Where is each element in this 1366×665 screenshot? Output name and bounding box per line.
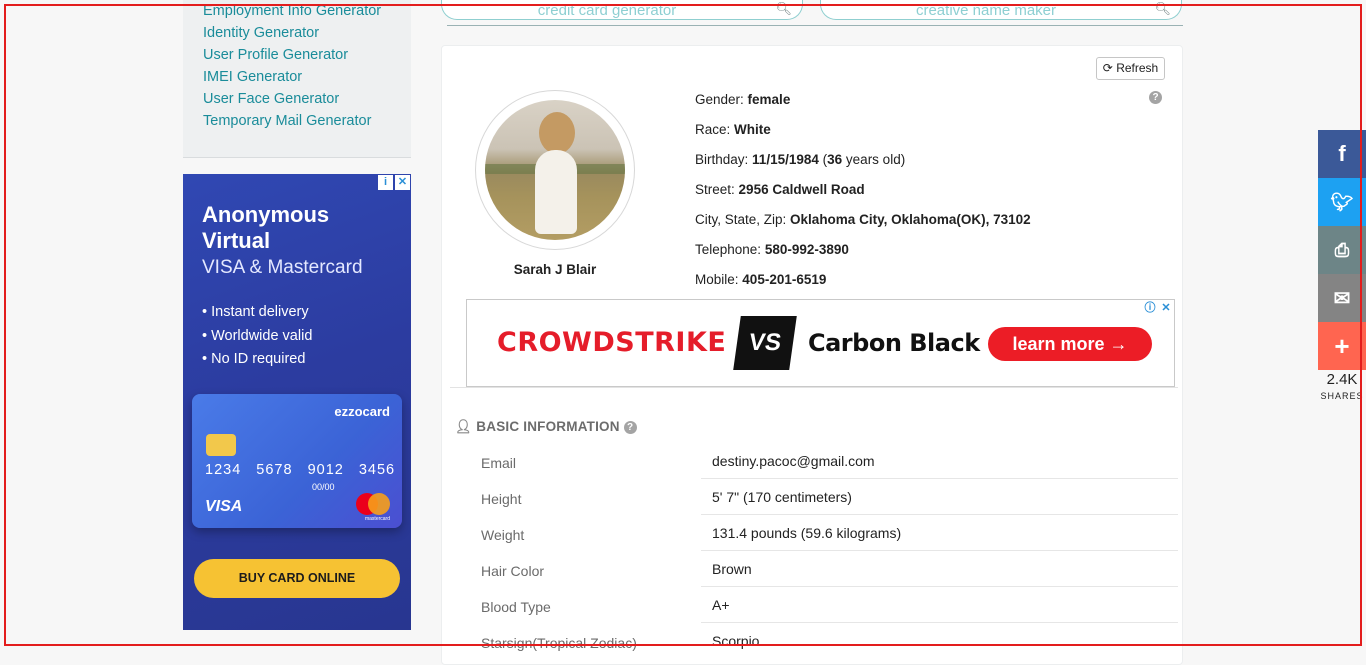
divider (447, 25, 1183, 26)
telephone-value: 580-992-3890 (764, 242, 849, 257)
sidebar-links: Employment Info Generator Identity Gener… (183, 0, 411, 158)
search-icon[interactable]: 🔍︎ (1154, 1, 1171, 17)
search-placeholder: creative name maker (915, 2, 1057, 19)
ad-crowdstrike[interactable]: ⓘ ✕ CROWDSTRIKE VS Carbon Black learn mo… (466, 299, 1175, 387)
person-name: Sarah J Blair (513, 262, 597, 277)
facebook-icon: f (1338, 141, 1346, 166)
help-icon[interactable]: ? (1149, 91, 1162, 104)
visa-logo: VISA (205, 498, 243, 515)
card-chip-icon (206, 434, 236, 456)
more-share-button[interactable]: + (1318, 322, 1366, 370)
divider (701, 586, 1178, 587)
ad-info-icon[interactable]: ⓘ (1143, 301, 1157, 315)
row-value: 131.4 pounds (59.6 kilograms) (712, 525, 902, 541)
city-value: Oklahoma City, Oklahoma(OK), 73102 (790, 212, 1031, 227)
sidebar-link-temporary-mail[interactable]: Temporary Mail Generator (203, 113, 371, 129)
row-label: Blood Type (481, 599, 551, 615)
facebook-share-button[interactable]: f (1318, 130, 1366, 178)
sidebar-link-identity[interactable]: Identity Generator (203, 25, 319, 41)
row-label: Email (481, 455, 517, 471)
mobile-value: 405-201-6519 (742, 272, 827, 287)
age-value: 36 (827, 152, 843, 167)
divider (450, 387, 1178, 388)
print-share-button[interactable]: ⎙ (1318, 226, 1366, 274)
sidebar-link-user-face[interactable]: User Face Generator (203, 91, 339, 107)
street-value: 2956 Caldwell Road (738, 182, 865, 197)
shares-count: 2.4K (1326, 371, 1358, 388)
row-value: Brown (712, 561, 752, 577)
ad-bullet: Instant delivery (202, 301, 312, 325)
card-image: ezzocard 1234 5678 9012 3456 00/00 VISA … (192, 394, 402, 528)
row-value: Scorpio (712, 633, 760, 649)
mastercard-text: mastercard (364, 516, 390, 522)
birthday-line: Birthday: 11/15/1984 (36 years old) (695, 152, 906, 167)
birthday-value: 11/15/1984 (752, 152, 819, 167)
twitter-share-button[interactable]: 🐦︎ (1318, 178, 1366, 226)
ad-headline: Anonymous Virtual (202, 202, 330, 253)
telephone-line: Telephone: 580-992-3890 (695, 242, 849, 257)
divider (701, 514, 1178, 515)
card-brand: ezzocard (334, 404, 390, 419)
ad-ezzocard[interactable]: i ✕ Anonymous Virtual VISA & Mastercard … (183, 174, 411, 630)
search-name-maker[interactable]: creative name maker 🔍︎ (820, 0, 1182, 20)
divider (701, 550, 1178, 551)
search-icon[interactable]: 🔍︎ (775, 1, 792, 17)
gender-value: female (747, 92, 791, 107)
ad-info-icon[interactable]: i (378, 175, 393, 190)
vs-badge: VS (733, 316, 797, 370)
refresh-button[interactable]: ⟳ Refresh (1096, 57, 1165, 80)
refresh-label: Refresh (1116, 61, 1159, 75)
email-share-button[interactable]: ✉ (1318, 274, 1366, 322)
person-icon: 👤︎ (455, 419, 473, 434)
mastercard-logo-icon (356, 493, 390, 515)
twitter-icon: 🐦︎ (1330, 191, 1354, 212)
carbon-black-text: Carbon Black (808, 329, 980, 357)
row-value: destiny.pacoc@gmail.com (712, 453, 875, 469)
plus-icon: + (1334, 330, 1350, 361)
help-icon[interactable]: ? (623, 421, 637, 434)
row-label: Weight (481, 527, 525, 543)
city-line: City, State, Zip: Oklahoma City, Oklahom… (695, 212, 1031, 227)
refresh-icon: ⟳ (1102, 61, 1113, 75)
learn-more-button[interactable]: learn more → (988, 327, 1152, 361)
row-value: A+ (712, 597, 730, 613)
ad-subheadline: VISA & Mastercard (202, 257, 363, 278)
shares-label: SHARES (1320, 391, 1364, 401)
gender-line: Gender: female (695, 92, 791, 107)
row-label: Hair Color (481, 563, 545, 579)
print-icon: ⎙ (1334, 239, 1350, 260)
race-value: White (734, 122, 771, 137)
row-value: 5' 7" (170 centimeters) (712, 489, 852, 505)
row-label: Height (481, 491, 522, 507)
avatar (485, 100, 625, 240)
mobile-line: Mobile: 405-201-6519 (695, 272, 827, 287)
ad-close-icon[interactable]: ✕ (395, 175, 410, 190)
divider (701, 622, 1178, 623)
ad-bullet: Worldwide valid (202, 325, 312, 349)
sidebar-link-imei[interactable]: IMEI Generator (203, 69, 302, 85)
search-credit-card[interactable]: credit card generator 🔍︎ (441, 0, 803, 20)
email-icon: ✉ (1333, 287, 1351, 310)
buy-card-button[interactable]: BUY CARD ONLINE (194, 559, 400, 598)
search-placeholder: credit card generator (537, 2, 677, 19)
ad-bullet: No ID required (202, 348, 312, 372)
sidebar-link-user-profile[interactable]: User Profile Generator (203, 47, 348, 63)
ad-close-icon[interactable]: ✕ (1159, 301, 1173, 315)
street-line: Street: 2956 Caldwell Road (695, 182, 865, 197)
card-number: 1234 5678 9012 3456 (205, 462, 396, 478)
ad-choices[interactable]: ⓘ ✕ (1143, 301, 1173, 315)
ad-bullets: Instant delivery Worldwide valid No ID r… (202, 301, 312, 372)
race-line: Race: White (695, 122, 771, 137)
sidebar-link-employment-info[interactable]: Employment Info Generator (203, 3, 381, 19)
crowdstrike-logo: CROWDSTRIKE (497, 327, 727, 358)
card-expiry: 00/00 (312, 482, 335, 492)
row-label: Starsign(Tropical Zodiac) (481, 635, 637, 651)
section-title: 👤︎ BASIC INFORMATION ? (455, 419, 637, 435)
divider (701, 478, 1178, 479)
ad-choices[interactable]: i ✕ (378, 175, 410, 190)
